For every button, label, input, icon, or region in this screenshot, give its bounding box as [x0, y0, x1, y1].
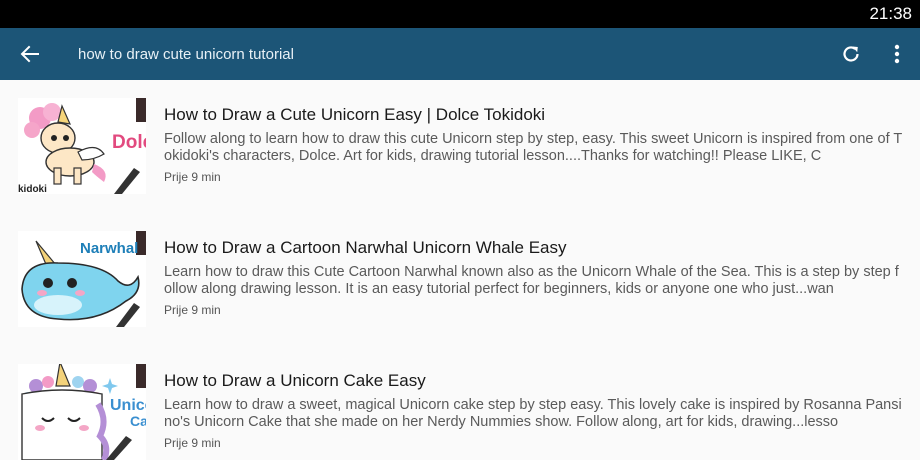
result-description: Learn how to draw this Cute Cartoon Narw… [164, 264, 899, 297]
result-title[interactable]: How to Draw a Unicorn Cake Easy [164, 370, 906, 392]
result-time: Prije 9 min [164, 436, 221, 450]
result-title[interactable]: How to Draw a Cartoon Narwhal Unicorn Wh… [164, 237, 906, 259]
app-bar: how to draw cute unicorn tutorial [0, 28, 920, 80]
video-thumbnail[interactable]: Narwhal [18, 231, 146, 327]
thumbnail-caption: Ca [130, 413, 146, 429]
status-bar: 21:38 [0, 0, 920, 28]
back-button[interactable] [0, 28, 60, 80]
thumbnail-title: Narwhal [80, 240, 138, 257]
thumbnail-title: Unicor [110, 397, 146, 414]
thumbnail-caption: kidoki [18, 184, 47, 194]
list-item[interactable]: Dolc kidoki How to Draw a Cute Unicorn E… [0, 80, 920, 213]
list-item[interactable]: Unicor Ca How to Draw a Unicorn Cake Eas… [0, 346, 920, 460]
arrow-left-icon [20, 45, 39, 63]
list-item[interactable]: Narwhal How to Draw a Cartoon Narwhal Un… [0, 213, 920, 346]
result-time: Prije 9 min [164, 303, 221, 317]
result-description: Follow along to learn how to draw this c… [164, 131, 903, 164]
search-query[interactable]: how to draw cute unicorn tutorial [78, 46, 828, 63]
result-title[interactable]: How to Draw a Cute Unicorn Easy | Dolce … [164, 104, 906, 126]
more-vert-icon [894, 44, 900, 64]
thumbnail-title: Dolc [112, 132, 146, 153]
results-list: Dolc kidoki How to Draw a Cute Unicorn E… [0, 80, 920, 460]
refresh-button[interactable] [828, 28, 874, 80]
result-description: Learn how to draw a sweet, magical Unico… [164, 397, 902, 430]
video-thumbnail[interactable]: Unicor Ca [18, 364, 146, 460]
more-options-button[interactable] [874, 28, 920, 80]
video-thumbnail[interactable]: Dolc kidoki [18, 98, 146, 194]
narwhal-thumbnail-image: Narwhal [18, 231, 146, 327]
status-time: 21:38 [869, 4, 912, 23]
result-time: Prije 9 min [164, 170, 221, 184]
refresh-icon [843, 46, 859, 62]
unicorn-thumbnail-image: Dolc kidoki [18, 98, 146, 194]
unicorn-cake-thumbnail-image: Unicor Ca [18, 364, 146, 460]
